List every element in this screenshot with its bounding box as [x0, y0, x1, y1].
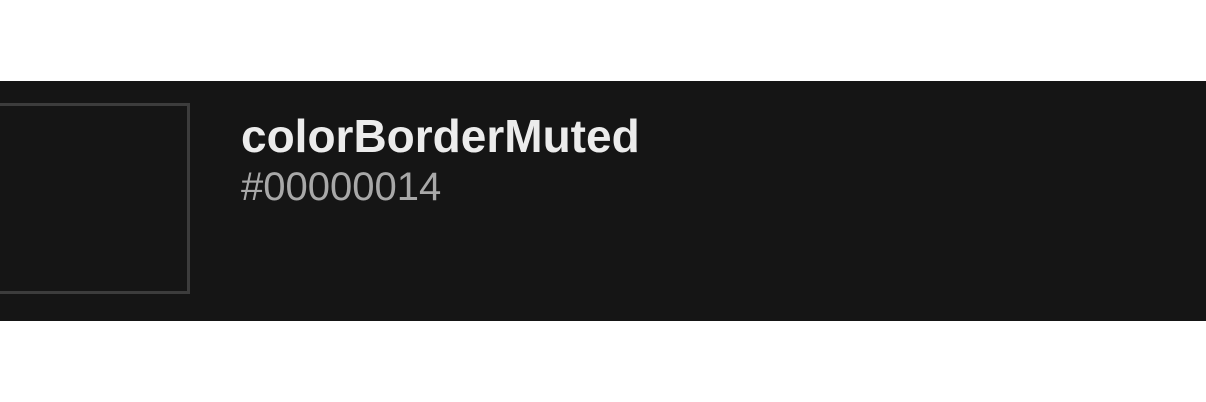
token-name: colorBorderMuted: [241, 110, 640, 162]
color-token-row: colorBorderMuted #00000014: [0, 81, 1206, 321]
token-text-group: colorBorderMuted #00000014: [241, 109, 640, 210]
token-value: #00000014: [241, 165, 442, 209]
page: colorBorderMuted #00000014: [0, 0, 1206, 402]
color-swatch: [0, 103, 190, 294]
